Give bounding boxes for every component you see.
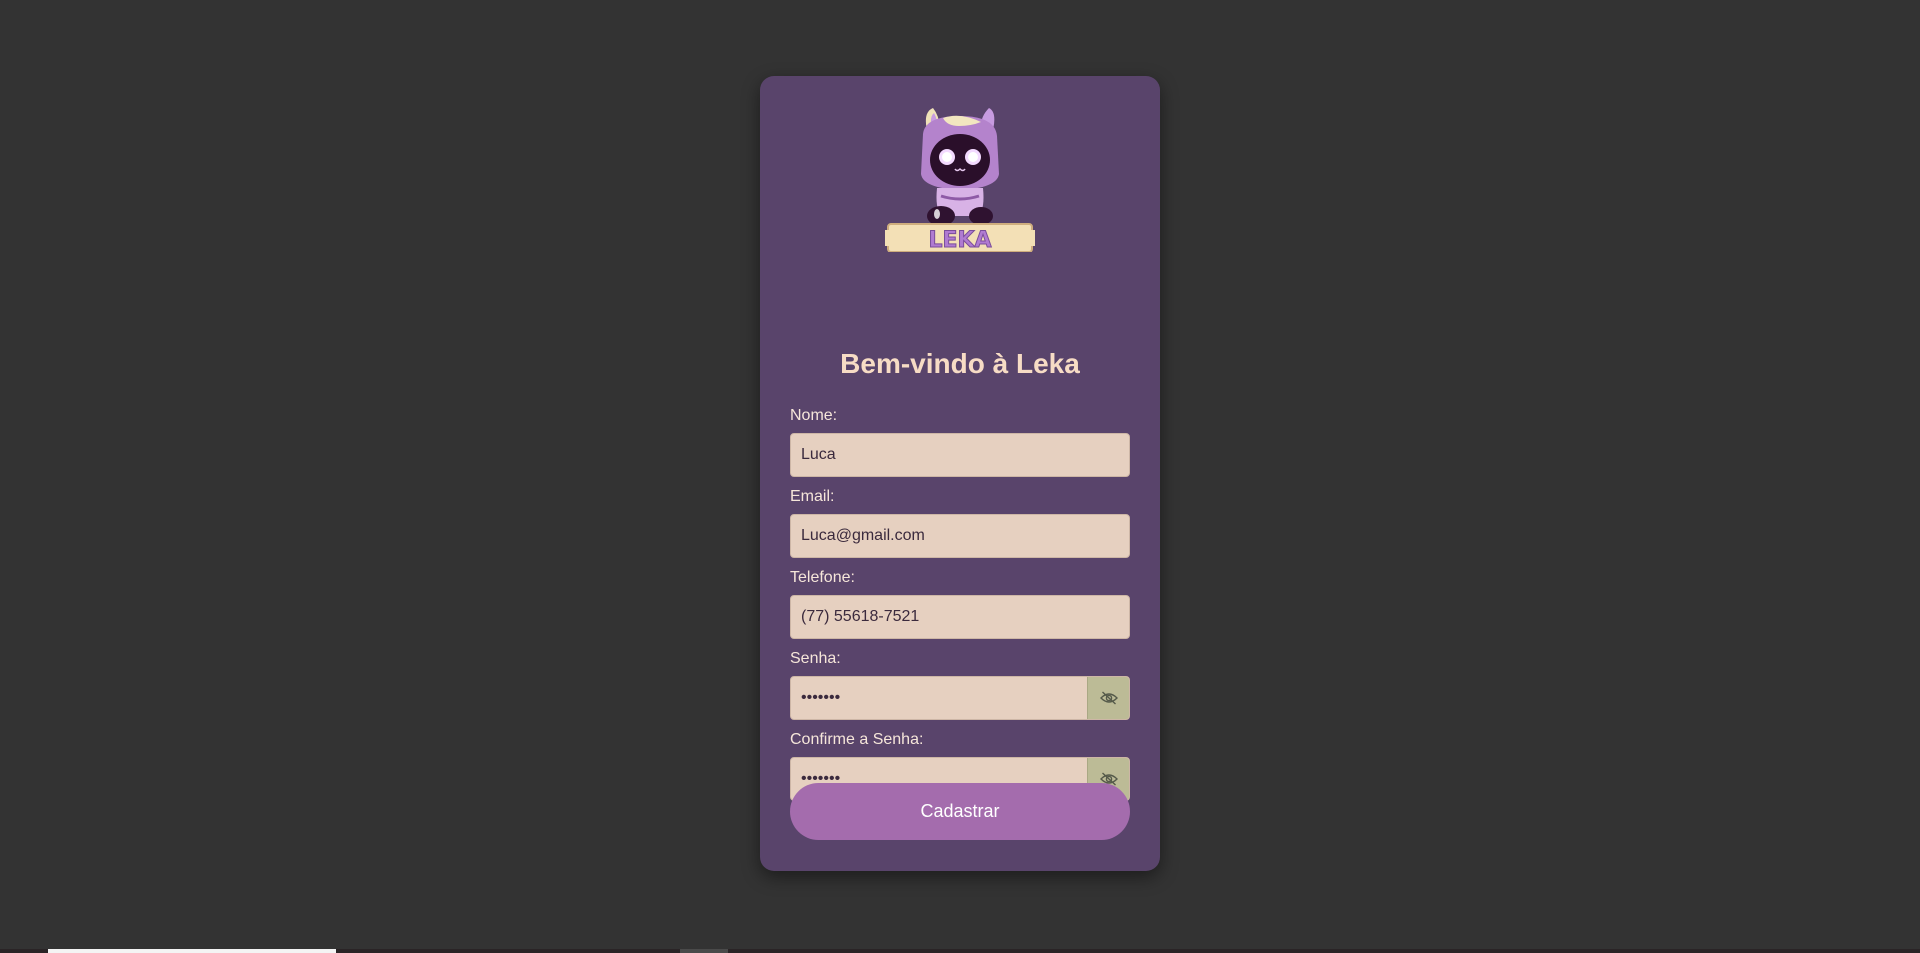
email-input[interactable] [791, 515, 1129, 557]
signup-form: Nome: Email: Telefone: Senha: Confirme a… [790, 406, 1130, 811]
page-title: Bem-vindo à Leka [840, 348, 1080, 379]
register-button[interactable]: Cadastrar [790, 783, 1130, 840]
leka-logo: LEKA [760, 104, 1160, 252]
mascot-image: LEKA [885, 108, 1035, 252]
confirm-password-label: Confirme a Senha: [790, 731, 924, 748]
logo-text: LEKA [928, 228, 991, 252]
name-input[interactable] [791, 434, 1129, 476]
taskbar-segment [680, 949, 728, 953]
taskbar-strip [0, 949, 1920, 953]
email-label: Email: [790, 488, 835, 505]
phone-label: Telefone: [790, 569, 855, 586]
password-field-wrapper [790, 676, 1130, 720]
phone-input[interactable] [791, 596, 1129, 638]
name-label: Nome: [790, 407, 838, 424]
signup-card: LEKA Bem-vindo à Leka Nome: Email: Telef… [760, 76, 1160, 871]
toggle-password-visibility-button[interactable] [1087, 677, 1129, 719]
password-label: Senha: [790, 650, 841, 667]
taskbar-segment [48, 949, 336, 953]
eye-off-icon [1099, 691, 1118, 705]
email-field-wrapper [790, 514, 1130, 558]
name-field-wrapper [790, 433, 1130, 477]
phone-field-wrapper [790, 595, 1130, 639]
password-input[interactable] [791, 677, 1089, 719]
